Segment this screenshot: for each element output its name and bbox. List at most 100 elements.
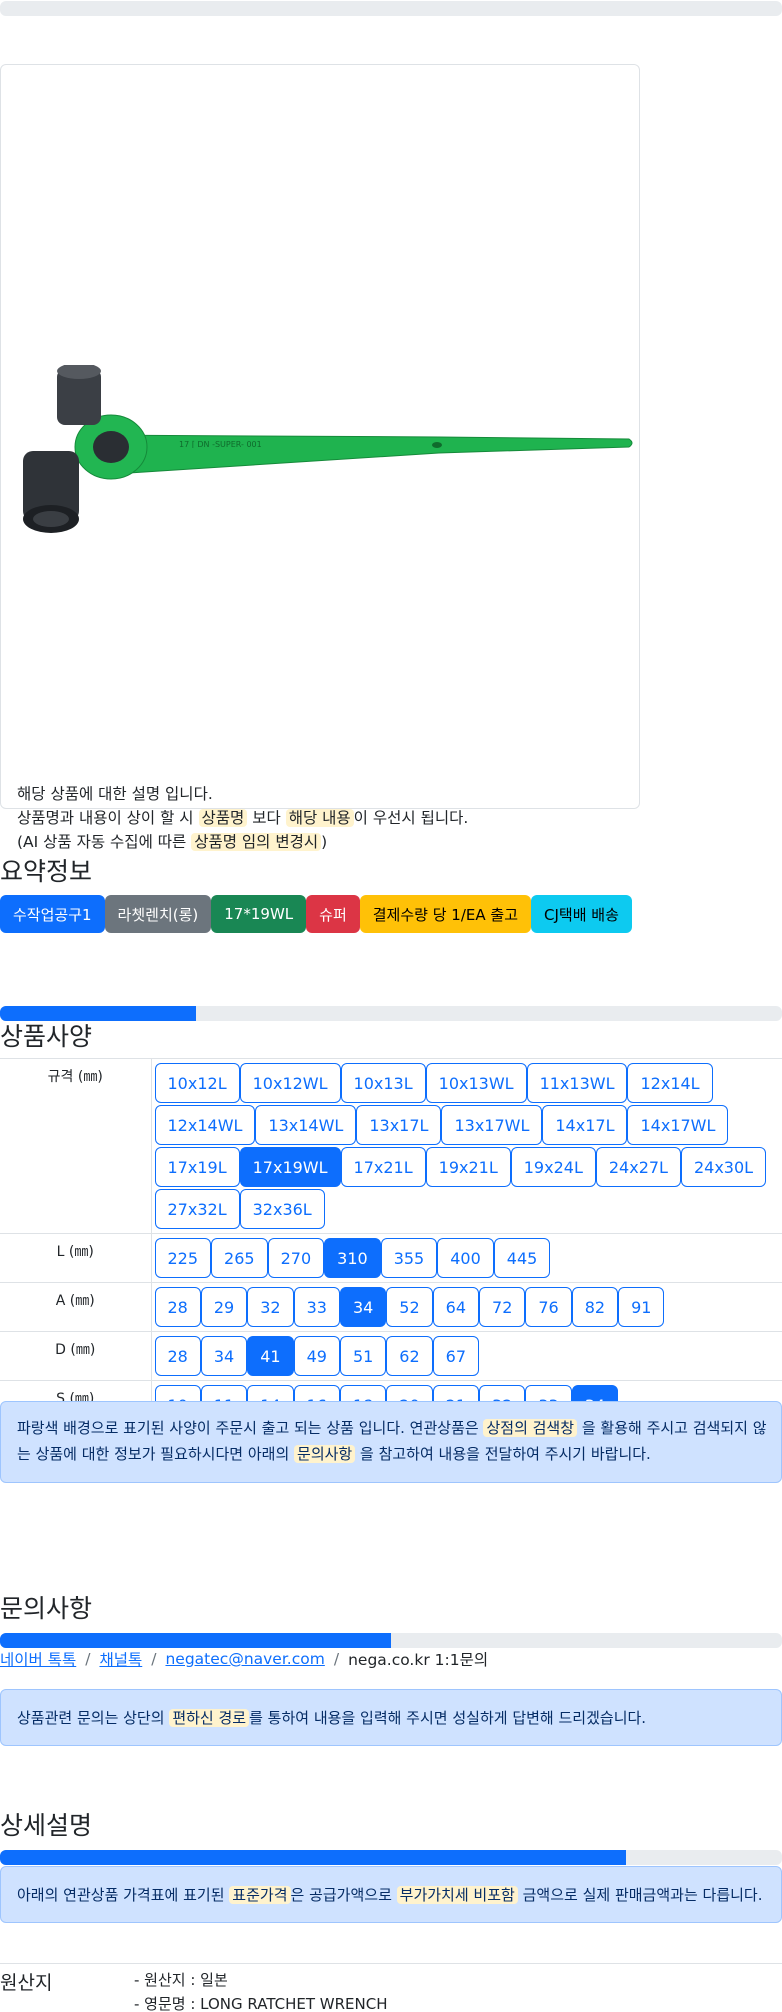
- spec-option-button[interactable]: 52: [386, 1287, 433, 1327]
- spec-option-button[interactable]: 64: [432, 1287, 480, 1327]
- spec-row: A (㎜) 28 29 32 33 34 52 64 72 76 82 91: [0, 1282, 782, 1332]
- spec-notice-line-2: 는 상품에 대한 정보가 필요하시다면 아래의 문의사항 을 참고하여 내용을 …: [17, 1441, 765, 1467]
- spec-notice: 파랑색 배경으로 표기된 사양이 주문시 출고 되는 상품 입니다. 연관상품은…: [0, 1401, 782, 1483]
- specs-title: 상품사양: [0, 1022, 93, 1051]
- spec-option-button[interactable]: 225: [154, 1238, 212, 1278]
- origin-english-name: - 영문명 : LONG RATCHET WRENCH: [134, 1995, 388, 2012]
- spec-option-button[interactable]: 34: [200, 1336, 248, 1376]
- highlight-inquiry: 문의사항: [294, 1445, 356, 1463]
- separator: /: [151, 1650, 157, 1668]
- product-description: 해당 상품에 대한 설명 입니다. 상품명과 내용이 상이 할 시 상품명 보다…: [17, 782, 468, 854]
- spec-option-button[interactable]: 13x17L: [356, 1105, 442, 1145]
- spec-option-button[interactable]: 67: [432, 1336, 480, 1376]
- spec-option-button[interactable]: 24x30L: [680, 1147, 767, 1187]
- spec-option-button[interactable]: 12x14WL: [154, 1105, 256, 1145]
- email-link[interactable]: negatec@naver.com: [165, 1650, 324, 1668]
- text: 금액으로 실제 판매금액과는 다릅니다.: [522, 1886, 763, 1904]
- spec-option-button[interactable]: 51: [339, 1336, 387, 1376]
- inquiry-title: 문의사항: [0, 1594, 93, 1623]
- spec-options-cell: 28 34 41 49 51 62 67: [151, 1331, 782, 1381]
- spec-option-button[interactable]: 91: [618, 1287, 665, 1327]
- badge-size: 17*19WL: [211, 895, 307, 933]
- spec-option-button[interactable]: 14x17L: [542, 1105, 628, 1145]
- origin-values: - 원산지 : 일본 - 영문명 : LONG RATCHET WRENCH: [134, 1968, 387, 2012]
- spec-label: 규격 (㎜): [0, 1058, 152, 1234]
- spec-row: D (㎜) 28 34 41 49 51 62 67: [0, 1331, 782, 1381]
- product-image-card: 17 ⌈ DN -SUPER- 001 해당 상품에 대한 설명 입니다. 상품…: [0, 64, 640, 851]
- spec-options-cell: 225 265 270 310 355 400 445: [151, 1233, 782, 1283]
- spec-option-button[interactable]: 12x14L: [627, 1063, 713, 1103]
- text: 를 통하여 내용을 입력해 주시면 성실하게 답변해 드리겠습니다.: [249, 1709, 647, 1727]
- spec-option-button[interactable]: 355: [380, 1238, 438, 1278]
- badge-quantity: 결제수량 당 1/EA 출고: [359, 895, 531, 933]
- spec-option-button[interactable]: 13x14WL: [255, 1105, 357, 1145]
- spec-option-button[interactable]: 28: [154, 1287, 201, 1327]
- spec-option-button[interactable]: 76: [525, 1287, 572, 1327]
- badge-category: 수작업공구1: [0, 895, 105, 933]
- summary-badges: 수작업공구1 라쳇렌치(롱) 17*19WL 슈퍼 결제수량 당 1/EA 출고…: [0, 895, 632, 933]
- spec-option-button[interactable]: 62: [386, 1336, 433, 1376]
- detail-progress-bar: [0, 1850, 782, 1865]
- specs-progress-bar: [0, 1006, 782, 1021]
- site-inquiry-text: nega.co.kr 1:1문의: [348, 1651, 489, 1669]
- spec-option-button[interactable]: 41: [247, 1336, 294, 1376]
- spec-table: 규격 (㎜) 10x12L 10x12WL 10x13L 10x13WL 11x13WL 1…: [0, 1058, 782, 1430]
- spec-options-cell: 28 29 32 33 34 52 64 72 76 82 91: [151, 1282, 782, 1332]
- spec-options: 10x12L 10x12WL 10x13L 10x13WL 11x13WL 12x14L 1…: [154, 1062, 780, 1230]
- spec-option-button[interactable]: 17x19WL: [239, 1147, 341, 1187]
- top-progress-bar: [0, 1, 782, 16]
- text: 이 우선시 됩니다.: [353, 809, 469, 827]
- svg-text:17 ⌈ DN -SUPER- 001: 17 ⌈ DN -SUPER- 001: [179, 440, 262, 449]
- badge-subcategory: 라쳇렌치(롱): [104, 895, 212, 933]
- naver-talk-link[interactable]: 네이버 톡톡: [0, 1648, 76, 1670]
- spec-options-cell: 10x12L 10x12WL 10x13L 10x13WL 11x13WL 12x14L 1…: [151, 1058, 782, 1234]
- spec-option-button[interactable]: 10x13WL: [425, 1063, 527, 1103]
- text: 상품명과 내용이 상이 할 시: [17, 809, 194, 827]
- highlight-name-change: 상품명 임의 변경시: [191, 833, 322, 851]
- spec-option-button[interactable]: 17x19L: [154, 1147, 240, 1187]
- description-line-3: (AI 상품 자동 수집에 따른 상품명 임의 변경시): [17, 830, 468, 854]
- spec-option-button[interactable]: 265: [211, 1238, 268, 1278]
- spec-option-button[interactable]: 49: [293, 1336, 340, 1376]
- spec-option-button[interactable]: 32x36L: [239, 1189, 325, 1229]
- spec-option-button[interactable]: 27x32L: [154, 1189, 240, 1229]
- spec-option-button[interactable]: 14x17WL: [627, 1105, 729, 1145]
- detail-progress-fill: [0, 1850, 626, 1865]
- spec-option-button[interactable]: 445: [493, 1238, 551, 1278]
- spec-option-button[interactable]: 19x21L: [425, 1147, 511, 1187]
- spec-option-button[interactable]: 72: [479, 1287, 526, 1327]
- highlight-path: 편하신 경로: [169, 1709, 250, 1727]
- spec-option-button[interactable]: 10x13L: [340, 1063, 426, 1103]
- spec-option-button[interactable]: 19x24L: [510, 1147, 596, 1187]
- highlight-content: 해당 내용: [285, 809, 354, 827]
- spec-option-button[interactable]: 82: [571, 1287, 619, 1327]
- spec-option-button[interactable]: 32: [247, 1287, 294, 1327]
- highlight-standard-price: 표준가격: [229, 1886, 291, 1904]
- spec-option-button[interactable]: 34: [339, 1287, 387, 1327]
- spec-option-button[interactable]: 28: [154, 1336, 201, 1376]
- badge-shipping: CJ택배 배송: [531, 895, 632, 933]
- text: 을 참고하여 내용을 전달하여 주시기 바랍니다.: [360, 1445, 651, 1463]
- detail-notice: 아래의 연관상품 가격표에 표기된 표준가격 은 공급가액으로 부가가치세 비포함…: [0, 1866, 782, 1923]
- highlight-vat: 부가가치세 비포함: [396, 1886, 518, 1904]
- spec-option-button[interactable]: 17x21L: [340, 1147, 426, 1187]
- channel-talk-link[interactable]: 채널톡: [99, 1648, 142, 1670]
- inquiry-notice-line: 상품관련 문의는 상단의 편하신 경로 를 통하여 내용을 입력해 주시면 성실하…: [17, 1705, 765, 1731]
- text: 은 공급가액으로: [290, 1886, 392, 1904]
- spec-option-button[interactable]: 10x12WL: [239, 1063, 341, 1103]
- spec-option-button[interactable]: 400: [437, 1238, 494, 1278]
- spec-option-button[interactable]: 270: [267, 1238, 325, 1278]
- separator: /: [333, 1650, 340, 1668]
- spec-option-button[interactable]: 310: [324, 1238, 381, 1278]
- spec-option-button[interactable]: 29: [200, 1287, 248, 1327]
- inquiry-progress-fill: [0, 1633, 391, 1648]
- spec-option-button[interactable]: 24x27L: [595, 1147, 681, 1187]
- spec-option-button[interactable]: 10x12L: [154, 1063, 240, 1103]
- spec-option-button[interactable]: 13x17WL: [441, 1105, 543, 1145]
- origin-section: 원산지 - 원산지 : 일본 - 영문명 : LONG RATCHET WREN…: [0, 1963, 782, 2012]
- spec-option-button[interactable]: 33: [293, 1287, 340, 1327]
- inquiry-progress-bar: [0, 1633, 782, 1648]
- detail-notice-line: 아래의 연관상품 가격표에 표기된 표준가격 은 공급가액으로 부가가치세 비포함…: [17, 1882, 765, 1908]
- spec-option-button[interactable]: 11x13WL: [526, 1063, 628, 1103]
- spec-notice-line-1: 파랑색 배경으로 표기된 사양이 주문시 출고 되는 상품 입니다. 연관상품은…: [17, 1415, 767, 1441]
